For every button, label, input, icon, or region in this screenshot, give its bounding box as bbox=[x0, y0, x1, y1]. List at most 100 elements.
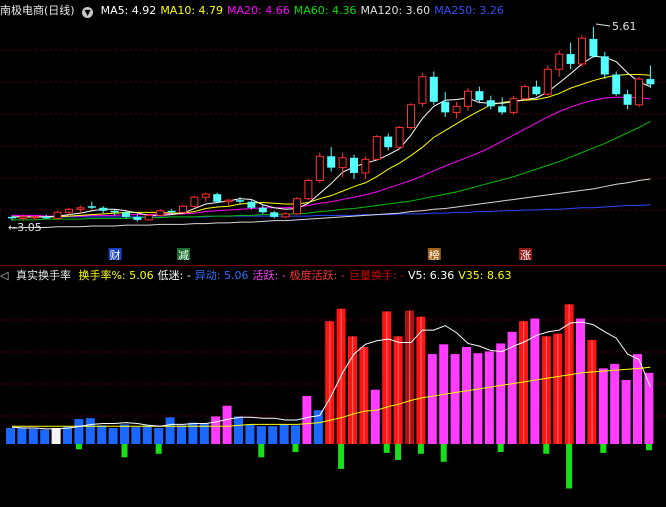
turnover-legend-item: V35: 8.63 bbox=[458, 269, 512, 282]
ma120-line bbox=[11, 178, 651, 229]
turnover-bar bbox=[633, 354, 642, 444]
turnover-bar bbox=[28, 428, 38, 444]
turnover-bar bbox=[496, 343, 506, 444]
negative-bar bbox=[417, 444, 424, 454]
turnover-bar bbox=[610, 363, 620, 444]
stock-chart-window: 南极电商(日线) ▼ MA5: 4.92 MA10: 4.79 MA20: 4.66… bbox=[0, 0, 666, 507]
candle bbox=[179, 205, 187, 214]
ma5-line bbox=[12, 55, 651, 218]
turnover-legend-item: 换手率%: 5.06 bbox=[78, 269, 154, 282]
turnover-bar bbox=[85, 418, 95, 444]
candle bbox=[53, 210, 62, 220]
candle bbox=[623, 89, 632, 110]
turnover-bar bbox=[108, 427, 118, 444]
turnover-bar bbox=[74, 419, 84, 444]
high-price-marker: 5.61 bbox=[612, 20, 637, 33]
candle bbox=[338, 152, 347, 178]
turnover-legend-item: V5: 6.36 bbox=[408, 269, 455, 282]
low-price-marker: ←3.05 bbox=[8, 221, 42, 234]
candle bbox=[612, 71, 621, 96]
turnover-bar bbox=[279, 424, 289, 444]
turnover-bar bbox=[598, 368, 608, 444]
turnover-bar bbox=[473, 353, 483, 444]
candle bbox=[384, 133, 393, 151]
candle bbox=[315, 152, 324, 183]
svg-text:财: 财 bbox=[110, 248, 121, 260]
candle bbox=[304, 179, 313, 201]
turnover-bar bbox=[245, 424, 255, 444]
candle bbox=[156, 209, 165, 217]
candle bbox=[144, 213, 153, 221]
turnover-bar bbox=[484, 351, 494, 444]
candle bbox=[429, 71, 438, 105]
turnover-bar bbox=[40, 429, 50, 444]
candle bbox=[76, 205, 85, 214]
negative-bar bbox=[395, 444, 402, 461]
candlestick-chart[interactable]: 5.61 ←3.05 财 减 榜 涨 bbox=[0, 0, 666, 260]
turnover-bar bbox=[370, 389, 380, 444]
candle bbox=[361, 156, 370, 179]
candle bbox=[327, 147, 336, 172]
turnover-bar bbox=[268, 426, 278, 444]
turnover-bar bbox=[120, 424, 129, 444]
turnover-bar bbox=[6, 427, 15, 444]
turnover-bar bbox=[234, 416, 243, 444]
candle bbox=[201, 192, 210, 202]
turnover-bar bbox=[97, 425, 107, 444]
turnover-bar bbox=[302, 395, 312, 444]
svg-text:减: 减 bbox=[178, 249, 189, 260]
candle bbox=[133, 214, 142, 222]
negative-bar bbox=[292, 444, 299, 453]
turnover-bar bbox=[17, 427, 27, 444]
turnover-legend-item: 活跃: - bbox=[252, 269, 286, 282]
candle bbox=[213, 192, 222, 204]
turnover-bar bbox=[450, 354, 460, 444]
candle bbox=[407, 103, 415, 130]
negative-bar bbox=[75, 444, 82, 450]
candle bbox=[521, 84, 529, 101]
candle bbox=[350, 154, 358, 179]
candle bbox=[99, 206, 108, 214]
negative-bar bbox=[258, 444, 265, 458]
turnover-bar bbox=[63, 426, 72, 444]
turnover-bar bbox=[131, 427, 141, 444]
candle bbox=[578, 35, 586, 67]
candle bbox=[42, 214, 51, 220]
turnover-title: 真实换手率 bbox=[15, 269, 71, 282]
svg-text:榜: 榜 bbox=[429, 248, 440, 260]
candle bbox=[475, 86, 484, 104]
negative-bar bbox=[383, 444, 390, 453]
collapse-arrow-icon[interactable]: ◁ bbox=[0, 269, 8, 282]
turnover-bar bbox=[142, 425, 152, 444]
turnover-bar bbox=[222, 405, 232, 444]
event-badge: 财 bbox=[108, 248, 122, 260]
turnover-legend-item: 极度活跃: - bbox=[289, 269, 345, 282]
turnover-bar bbox=[256, 426, 266, 444]
candle bbox=[258, 204, 267, 214]
negative-bar bbox=[543, 444, 550, 454]
turnover-bar bbox=[621, 379, 631, 444]
candle bbox=[532, 80, 541, 96]
svg-text:涨: 涨 bbox=[520, 249, 531, 260]
turnover-chart[interactable] bbox=[0, 282, 666, 507]
negative-bar bbox=[645, 444, 652, 451]
turnover-bar bbox=[530, 318, 540, 444]
candle bbox=[87, 201, 96, 210]
candle bbox=[498, 97, 507, 115]
turnover-bar bbox=[462, 346, 471, 444]
candle bbox=[589, 26, 598, 58]
candle bbox=[543, 65, 552, 96]
event-badge: 涨 bbox=[519, 248, 532, 260]
turnover-bar bbox=[154, 427, 164, 444]
turnover-bar bbox=[51, 427, 61, 444]
turnover-legend-item: 巨量换手: - bbox=[348, 269, 405, 282]
candle bbox=[65, 207, 73, 215]
negative-bar bbox=[338, 444, 345, 469]
turnover-legend-item: 低迷: - bbox=[157, 269, 191, 282]
candle bbox=[418, 73, 427, 108]
turnover-bar bbox=[576, 318, 585, 444]
turnover-bar bbox=[211, 416, 221, 444]
event-badge: 减 bbox=[177, 248, 190, 260]
turnover-bar bbox=[427, 354, 437, 444]
candle bbox=[293, 197, 301, 215]
